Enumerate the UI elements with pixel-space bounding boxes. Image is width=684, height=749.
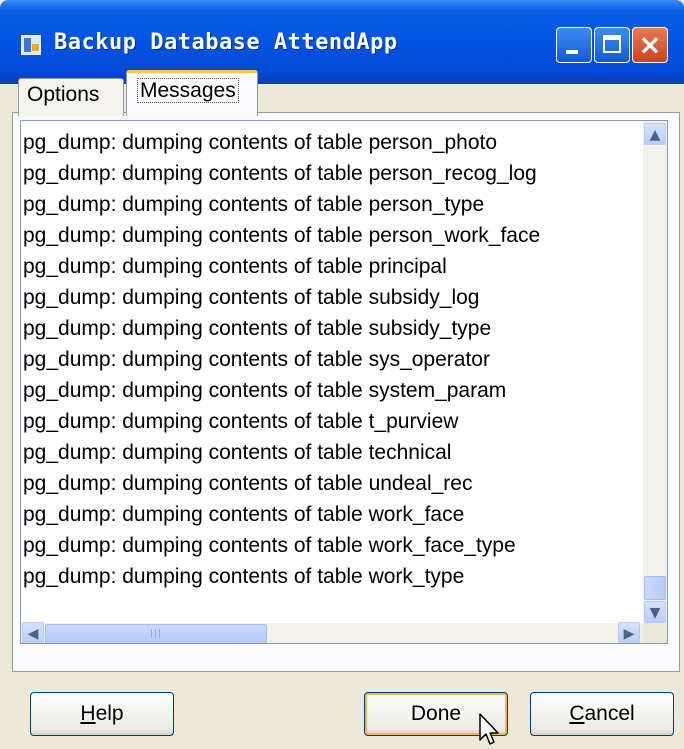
minimize-icon — [566, 50, 578, 54]
tab-options[interactable]: Options — [18, 78, 124, 116]
log-line: pg_dump: dumping contents of table princ… — [23, 255, 447, 278]
cancel-button[interactable]: Cancel — [530, 692, 674, 736]
messages-log[interactable]: pg_dump: dumping contents of table perso… — [20, 120, 668, 644]
backup-dialog: Backup Database AttendApp × Options Mess… — [0, 0, 684, 749]
log-line: pg_dump: dumping contents of table work_… — [23, 534, 516, 557]
app-icon-part — [32, 44, 39, 51]
cancel-label: ancel — [584, 702, 635, 725]
vertical-scrollbar[interactable]: ▲ ▼ — [643, 121, 667, 623]
scrollbar-corner — [643, 623, 667, 643]
scroll-right-arrow-icon[interactable]: ▶ — [618, 622, 640, 643]
maximize-icon — [603, 35, 621, 53]
log-lines: pg_dump: dumping contents of table perso… — [21, 127, 643, 643]
horizontal-scrollbar[interactable]: ◀ ||| ▶ — [21, 622, 643, 643]
help-mnemonic: H — [80, 702, 96, 725]
app-icon-part — [24, 38, 31, 52]
minimize-button[interactable] — [556, 27, 592, 63]
window-title: Backup Database AttendApp — [54, 30, 398, 55]
log-line: pg_dump: dumping contents of table techn… — [23, 441, 452, 464]
log-line: pg_dump: dumping contents of table perso… — [23, 131, 498, 154]
app-icon[interactable] — [20, 34, 42, 56]
help-button[interactable]: Help — [30, 692, 174, 736]
log-line: pg_dump: dumping contents of table perso… — [23, 224, 541, 247]
log-line: pg_dump: dumping contents of table perso… — [23, 193, 485, 216]
log-line: pg_dump: dumping contents of table perso… — [23, 162, 537, 185]
cancel-mnemonic: C — [569, 702, 585, 725]
maximize-button[interactable] — [594, 27, 630, 63]
log-line: pg_dump: dumping contents of table subsi… — [23, 317, 492, 340]
help-label: elp — [95, 702, 124, 725]
scroll-left-arrow-icon[interactable]: ◀ — [22, 622, 44, 643]
tab-messages[interactable]: Messages — [126, 70, 258, 116]
log-line: pg_dump: dumping contents of table work_… — [23, 503, 465, 526]
mouse-pointer-icon — [479, 713, 499, 745]
log-line: pg_dump: dumping contents of table syste… — [23, 379, 507, 402]
scroll-up-arrow-icon[interactable]: ▲ — [644, 123, 666, 145]
log-line: pg_dump: dumping contents of table t_pur… — [23, 410, 459, 433]
title-bar[interactable]: Backup Database AttendApp × — [0, 0, 684, 84]
close-button[interactable]: × — [632, 27, 668, 63]
log-line: pg_dump: dumping contents of table undea… — [23, 472, 473, 495]
horizontal-scroll-thumb[interactable]: ||| — [45, 624, 267, 643]
vertical-scroll-thumb[interactable] — [644, 576, 666, 600]
close-icon: × — [638, 28, 662, 61]
log-line: pg_dump: dumping contents of table work_… — [23, 565, 465, 588]
scroll-down-arrow-icon[interactable]: ▼ — [644, 601, 666, 623]
log-line: pg_dump: dumping contents of table sys_o… — [23, 348, 490, 371]
log-line: pg_dump: dumping contents of table subsi… — [23, 286, 480, 309]
tab-messages-label: Messages — [137, 78, 239, 103]
